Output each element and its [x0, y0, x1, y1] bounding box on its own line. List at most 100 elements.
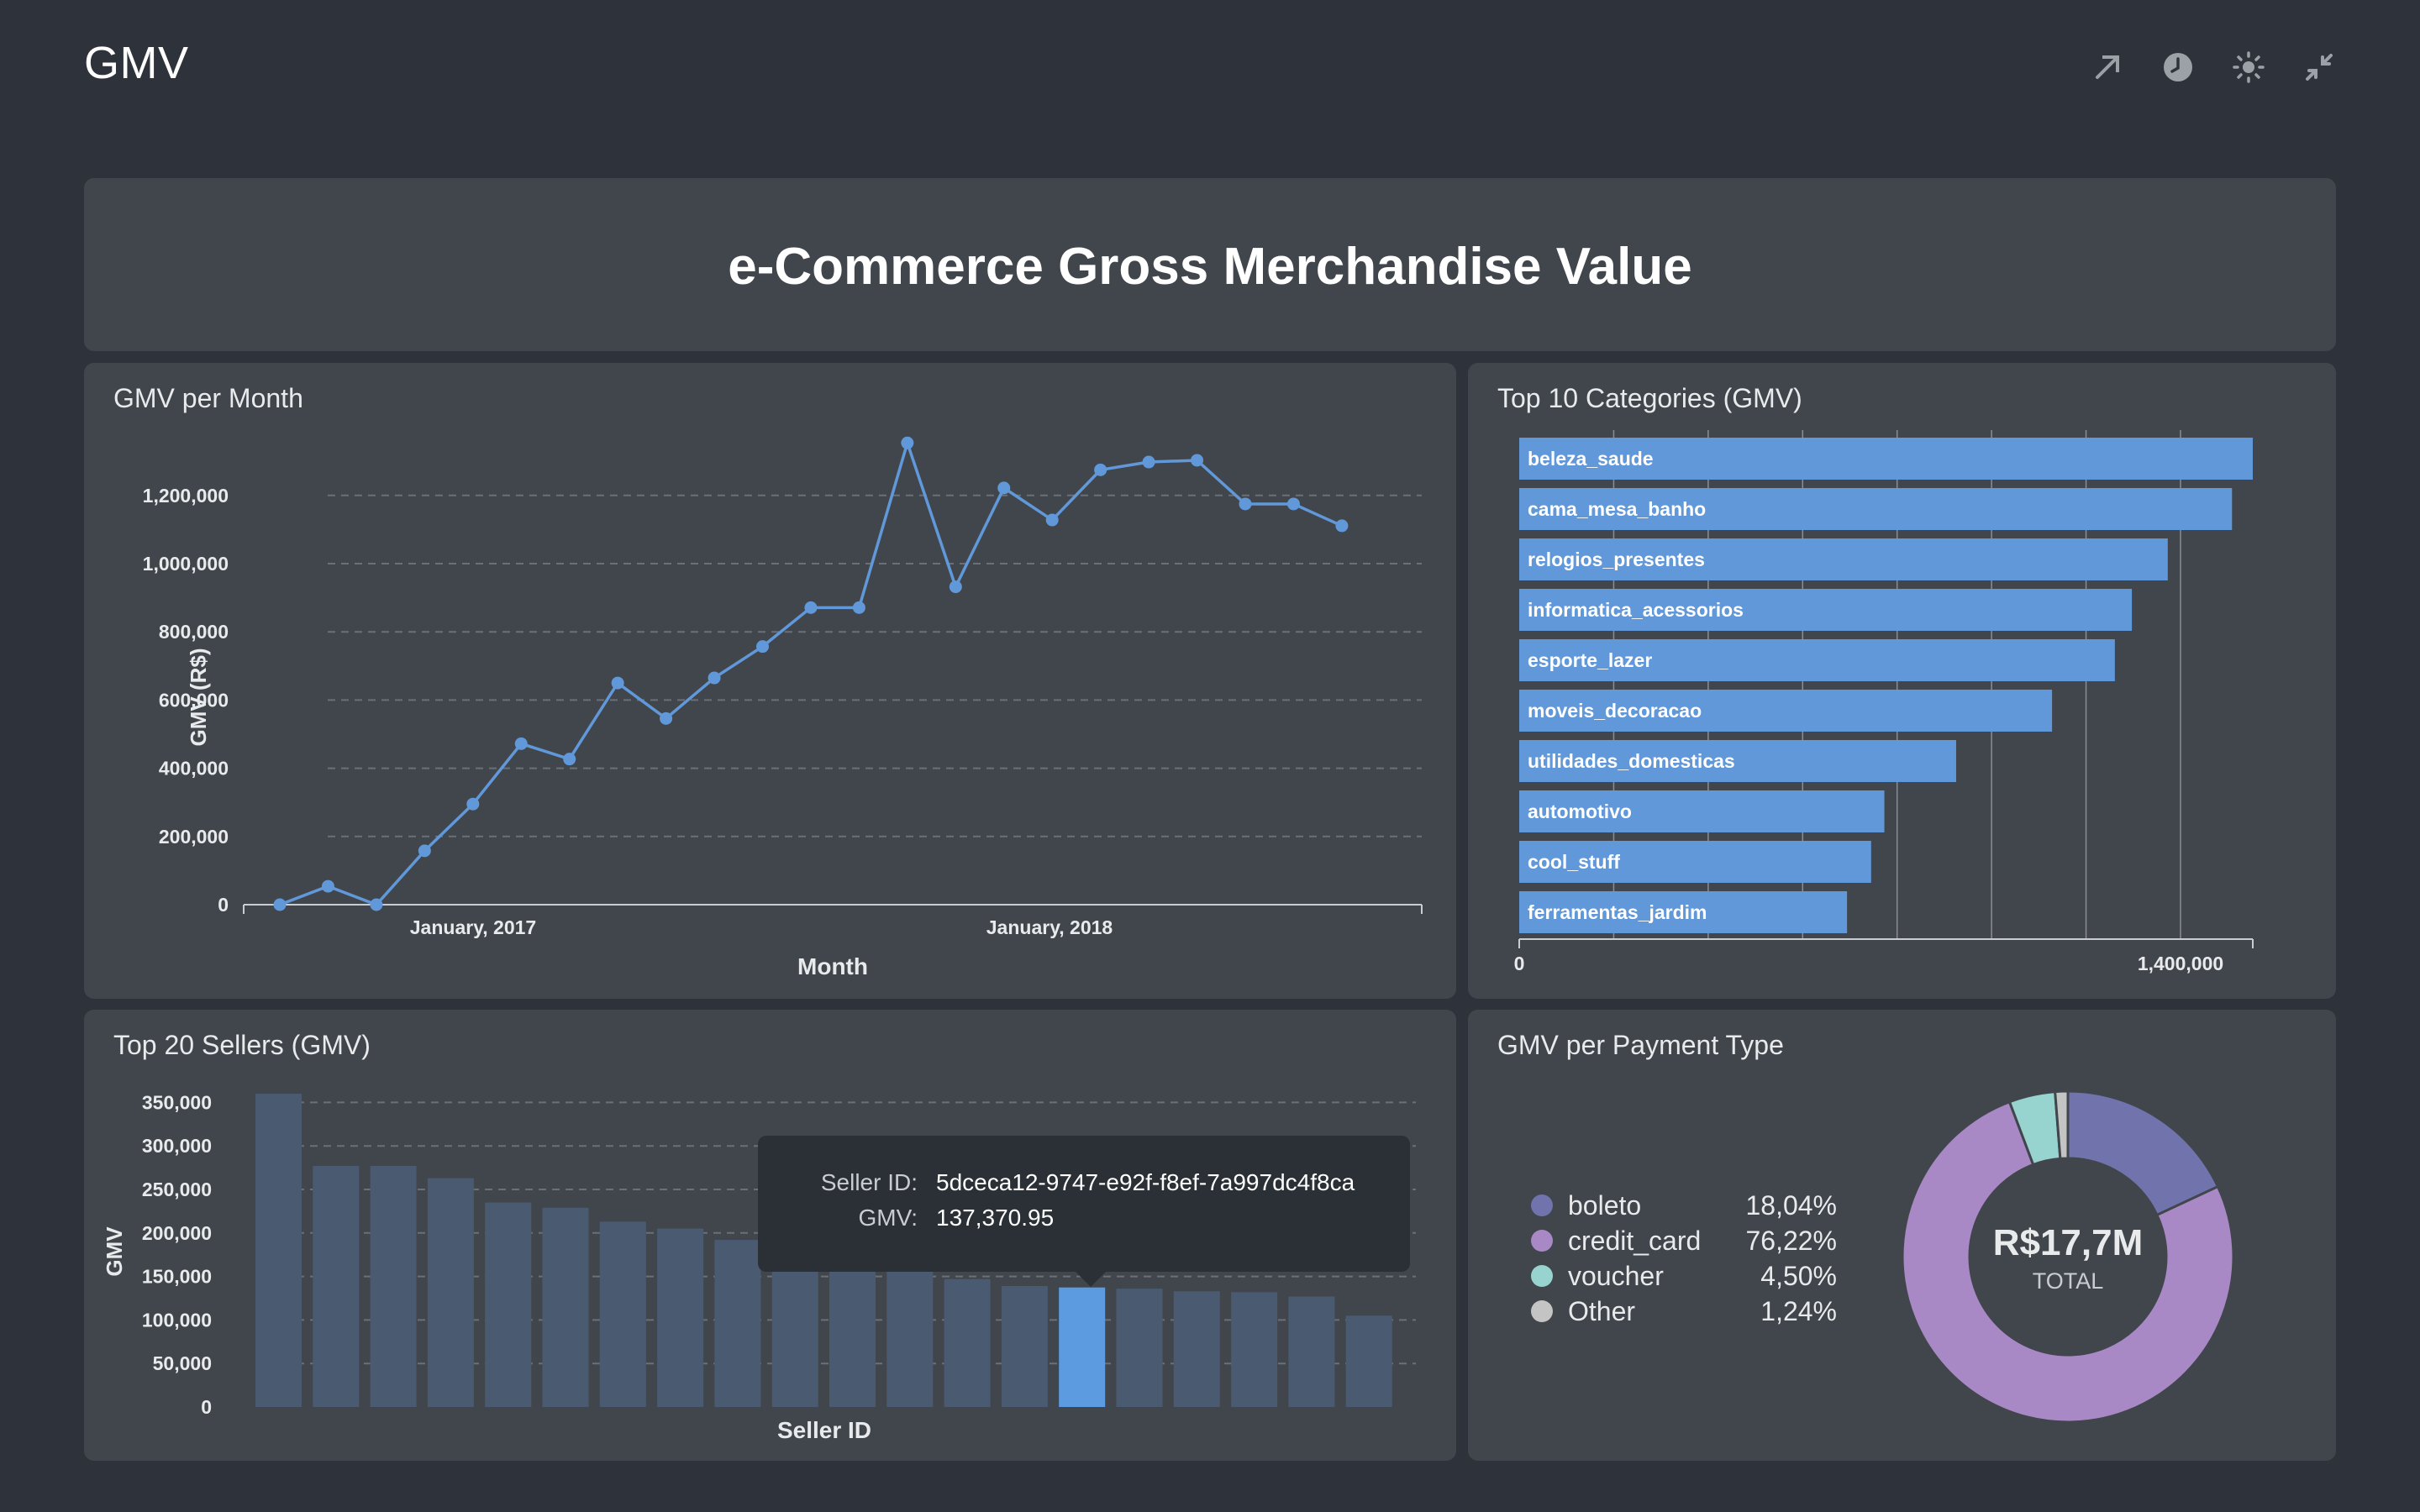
share-icon: [2096, 55, 2119, 79]
seller-bar[interactable]: [1231, 1292, 1278, 1407]
seller-bar[interactable]: [599, 1221, 646, 1407]
y-tick-label: 350,000: [142, 1091, 212, 1113]
data-point[interactable]: [1142, 455, 1155, 469]
bar-label: beleza_saude: [1528, 448, 1654, 470]
y-tick-label: 200,000: [142, 1222, 212, 1244]
seller-bar[interactable]: [886, 1256, 934, 1407]
tooltip-seller-row: Seller ID: 5dceca12-9747-e92f-f8ef-7a997d…: [775, 1169, 1355, 1196]
share-button[interactable]: [2091, 50, 2124, 84]
data-point[interactable]: [708, 671, 721, 685]
title-card: e-Commerce Gross Merchandise Value: [84, 178, 2336, 351]
y-tick-label: 300,000: [142, 1135, 212, 1157]
data-point[interactable]: [1191, 454, 1204, 467]
data-point[interactable]: [563, 753, 576, 766]
category-bar-chart: beleza_saude cama_mesa_banho relogios_pres…: [1514, 430, 2254, 974]
bar-label: cool_stuff: [1528, 851, 1620, 873]
bar-label: ferramentas_jardim: [1528, 901, 1707, 923]
seller-bar[interactable]: [1345, 1315, 1392, 1407]
x-tick-label: January, 2018: [986, 916, 1113, 938]
y-axis-label: GMV (R$): [186, 648, 211, 747]
data-point[interactable]: [514, 737, 528, 750]
seller-tooltip: Seller ID: 5dceca12-9747-e92f-f8ef-7a997d…: [758, 1136, 1410, 1287]
seller-bar[interactable]: [542, 1207, 589, 1407]
data-point[interactable]: [1239, 497, 1252, 511]
line-chart: 0200,000400,000600,000800,0001,000,0001,…: [143, 436, 1423, 979]
data-point[interactable]: [997, 481, 1011, 495]
seller-bar[interactable]: [427, 1178, 474, 1407]
y-tick-label: 0: [218, 894, 229, 916]
data-point[interactable]: [756, 640, 769, 654]
x-tick-label: 0: [1514, 953, 1525, 974]
theme-icon: [2233, 51, 2265, 83]
seller-bar[interactable]: [829, 1249, 876, 1407]
y-tick-label: 200,000: [159, 826, 229, 848]
y-tick-label: 1,200,000: [143, 485, 229, 507]
dashboard-title: GMV: [84, 38, 189, 88]
gmv-per-month-card: GMV per Month 0 200,000 400,000 600,000 800,…: [84, 363, 1456, 999]
top-sellers-card: Top 20 Sellers (GMV) 0 50,000 100,000 150,0…: [84, 1010, 1456, 1461]
seller-bar[interactable]: [255, 1094, 302, 1407]
data-point[interactable]: [1335, 519, 1349, 533]
seller-bar[interactable]: [944, 1278, 991, 1407]
y-tick-label: 100,000: [142, 1309, 212, 1331]
payment-type-card: GMV per Payment Type boleto 18,04% credi…: [1468, 1010, 2336, 1461]
y-tick-label: 1,000,000: [143, 553, 229, 575]
dashboard-heading: e-Commerce Gross Merchandise Value: [728, 238, 1692, 296]
collapse-button[interactable]: [2302, 50, 2336, 84]
tooltip-key: GMV:: [858, 1205, 918, 1231]
x-tick-label: January, 2017: [410, 916, 536, 938]
tooltip-gmv-row: GMV: 137,370.95: [775, 1205, 1054, 1231]
seller-bar[interactable]: [657, 1228, 704, 1407]
data-point[interactable]: [466, 797, 480, 811]
seller-bar[interactable]: [485, 1202, 532, 1407]
bar-label: esporte_lazer: [1528, 649, 1652, 671]
tooltip-value: 137,370.95: [936, 1205, 1055, 1231]
y-tick-label: 0: [201, 1396, 212, 1418]
tooltip-value: 5dceca12-9747-e92f-f8ef-7a997dc4f8ca: [936, 1169, 1355, 1195]
data-point[interactable]: [1094, 463, 1107, 476]
bar-label: cama_mesa_banho: [1528, 498, 1706, 520]
data-point[interactable]: [321, 879, 334, 893]
theme-toggle-button[interactable]: [2232, 50, 2265, 84]
data-point[interactable]: [852, 601, 865, 614]
bar-label: informatica_acessorios: [1528, 599, 1744, 621]
bar-label: automotivo: [1528, 801, 1632, 822]
seller-bar[interactable]: [1288, 1296, 1335, 1407]
data-point[interactable]: [611, 676, 624, 690]
y-tick-label: 400,000: [159, 758, 229, 780]
seller-bar[interactable]: [714, 1240, 761, 1407]
series-line: [279, 438, 1343, 907]
seller-bar[interactable]: [1059, 1287, 1106, 1407]
tooltip-key: Seller ID:: [820, 1169, 918, 1195]
history-icon: [2164, 53, 2192, 81]
payment-donut-chart: R$17,7M TOTAL: [1901, 1089, 2235, 1424]
x-axis-label: Month: [797, 953, 868, 979]
y-tick-label: 250,000: [142, 1179, 212, 1200]
data-point[interactable]: [1045, 513, 1059, 527]
y-tick-label: 150,000: [142, 1266, 212, 1288]
bar-label: utilidades_domesticas: [1528, 750, 1735, 772]
seller-bar[interactable]: [313, 1166, 360, 1407]
bar-label: relogios_presentes: [1528, 549, 1705, 570]
data-point[interactable]: [1286, 497, 1300, 511]
seller-bar[interactable]: [1001, 1285, 1048, 1407]
header-actions: [2091, 50, 2336, 84]
data-point[interactable]: [660, 711, 673, 725]
seller-bar[interactable]: [1116, 1289, 1163, 1407]
data-point[interactable]: [901, 436, 914, 449]
x-tick-label: 1,400,000: [2138, 953, 2223, 974]
data-point[interactable]: [949, 580, 962, 594]
y-axis-label: GMV: [102, 1226, 127, 1277]
data-point[interactable]: [370, 898, 383, 911]
history-button[interactable]: [2161, 50, 2195, 84]
data-point[interactable]: [273, 898, 287, 911]
donut-total-value: R$17,7M: [1993, 1222, 2144, 1263]
y-tick-label: 50,000: [153, 1352, 212, 1374]
data-point[interactable]: [804, 601, 818, 614]
data-point[interactable]: [418, 844, 431, 858]
y-tick-label: 800,000: [159, 621, 229, 643]
collapse-icon: [2306, 54, 2333, 81]
top-categories-card: Top 10 Categories (GMV) beleza_saude cama…: [1468, 363, 2336, 999]
seller-bar[interactable]: [1173, 1291, 1220, 1407]
seller-bar[interactable]: [370, 1166, 417, 1407]
